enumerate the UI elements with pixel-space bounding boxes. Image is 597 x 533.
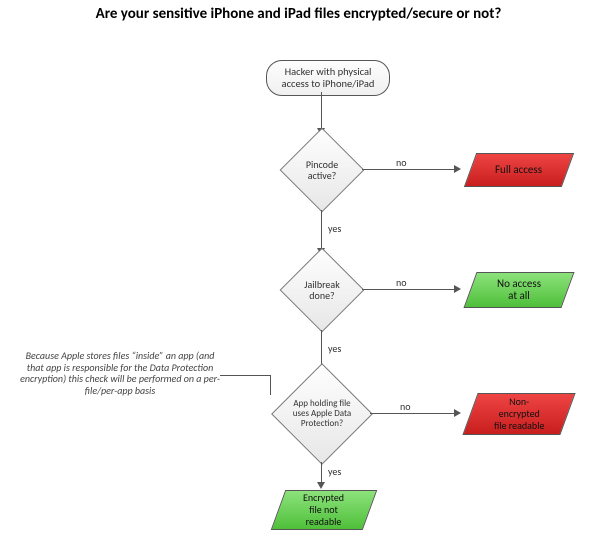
arrowhead-dataprot-no xyxy=(454,409,461,417)
outcome-full-access: Full access xyxy=(464,153,574,187)
outcome-full-access-label: Full access xyxy=(495,163,542,176)
outcome-no-access-label: No access at all xyxy=(497,277,541,302)
page-title: Are your sensitive iPhone and iPad files… xyxy=(0,5,597,23)
arrowhead-pincode-no xyxy=(454,165,461,173)
arrowhead-dataprot-yes xyxy=(317,482,325,489)
edge-dataprot-no xyxy=(370,413,456,414)
annotation-leader xyxy=(220,375,270,376)
decision-jailbreak: Jailbreak done? xyxy=(292,260,352,320)
annotation-text: Because Apple stores files “inside” an a… xyxy=(20,350,220,396)
outcome-non-encrypted: Non- encrypted file readable xyxy=(462,393,575,435)
outcome-no-access: No access at all xyxy=(463,272,574,308)
edgelabel-jailbreak-yes: yes xyxy=(328,342,341,355)
arrowhead-jailbreak-no xyxy=(454,285,461,293)
edge-start-to-pincode xyxy=(321,92,322,130)
edge-jailbreak-no xyxy=(362,289,456,290)
edgelabel-pincode-yes: yes xyxy=(328,222,341,235)
edge-dataprot-yes xyxy=(321,462,322,484)
edge-pincode-no xyxy=(362,169,456,170)
start-label: Hacker with physical access to iPhone/iP… xyxy=(282,66,375,90)
start-node: Hacker with physical access to iPhone/iP… xyxy=(266,60,390,96)
edgelabel-jailbreak-no: no xyxy=(396,276,407,289)
outcome-encrypted-label: Encrypted file not readable xyxy=(303,491,344,528)
outcome-encrypted: Encrypted file not readable xyxy=(271,490,378,530)
decision-pincode-label: Pincode active? xyxy=(297,159,347,181)
edgelabel-dataprot-no: no xyxy=(400,400,411,413)
edgelabel-pincode-no: no xyxy=(396,156,407,169)
edge-pincode-yes xyxy=(321,210,322,250)
outcome-non-encrypted-label: Non- encrypted file readable xyxy=(494,395,545,432)
decision-jailbreak-label: Jailbreak done? xyxy=(304,279,340,301)
decision-pincode: Pincode active? xyxy=(292,140,352,200)
decision-data-protection-label: App holding file uses Apple Data Protect… xyxy=(293,399,352,429)
decision-data-protection: App holding file uses Apple Data Protect… xyxy=(286,378,358,450)
annotation-leader-2 xyxy=(270,375,271,395)
edgelabel-dataprot-yes: yes xyxy=(328,465,341,478)
